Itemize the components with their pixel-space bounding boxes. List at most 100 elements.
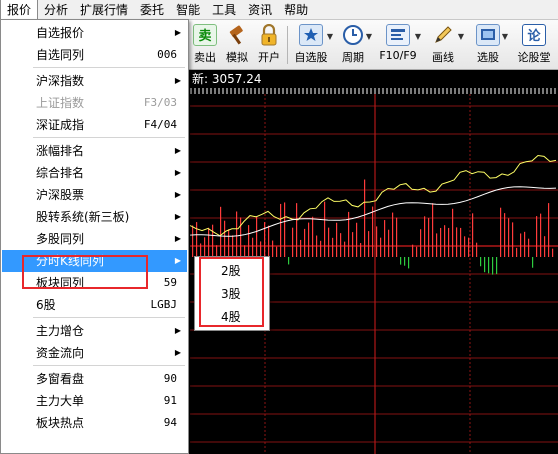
menu-item[interactable]: 综合排名 ▶: [2, 162, 187, 184]
volume-bar: [444, 225, 446, 257]
volume-bar: [372, 206, 374, 257]
forum-label: 论股堂: [517, 51, 551, 64]
menu-item[interactable]: 资金流向 ▶: [2, 342, 187, 364]
volume-bar: [364, 179, 366, 257]
volume-bar: [224, 220, 226, 257]
volume-bar: [332, 237, 334, 257]
watchlist-button[interactable]: ▼ 自选股: [291, 22, 333, 68]
volume-bar: [192, 225, 194, 257]
volume-bar: [252, 237, 254, 257]
menu-item[interactable]: 股转系统(新三板) ▶: [2, 206, 187, 228]
volume-bar: [320, 240, 322, 257]
chevron-down-icon: ▼: [457, 32, 464, 41]
submenu-arrow-icon: ▶: [174, 168, 181, 177]
volume-bar: [524, 231, 526, 257]
volume-bar: [280, 203, 282, 257]
menu-item[interactable]: 主力增仓 ▶: [2, 320, 187, 342]
menu-tools[interactable]: 工具: [206, 0, 242, 20]
menu-item-label: 沪深指数: [36, 74, 85, 88]
f10-button[interactable]: ▼ F10/F9: [377, 22, 421, 68]
stock-screener-label: 选股: [477, 51, 499, 64]
menu-item-label: 自选报价: [36, 26, 85, 40]
menu-item[interactable]: 多股同列 ▶: [2, 228, 187, 250]
volume-bar: [508, 218, 510, 257]
menu-trade[interactable]: 委托: [134, 0, 170, 20]
menu-item[interactable]: 沪深指数 ▶: [2, 70, 187, 92]
volume-bar: [384, 220, 386, 257]
lock-icon: [257, 23, 281, 46]
menu-item[interactable]: 6股 LGBJ: [2, 294, 187, 316]
volume-bar: [416, 246, 418, 257]
menu-item[interactable]: 板块热点 94: [2, 412, 187, 434]
menu-item-label: 深证成指: [36, 118, 85, 132]
period-button[interactable]: ▼ 周期: [336, 22, 372, 68]
menu-smart[interactable]: 智能: [170, 0, 206, 20]
menu-item[interactable]: 自选同列 006: [2, 44, 187, 66]
simulate-button[interactable]: 模拟: [222, 22, 252, 68]
volume-bar: [336, 222, 338, 257]
annotation-highlight-box: [22, 255, 148, 289]
menu-help[interactable]: 帮助: [278, 0, 314, 20]
volume-bar: [432, 203, 434, 257]
menu-item[interactable]: 沪深股票 ▶: [2, 184, 187, 206]
menu-news[interactable]: 资讯: [242, 0, 278, 20]
volume-bar: [552, 248, 554, 257]
chevron-down-icon: ▼: [326, 32, 333, 41]
menu-item-label: 资金流向: [36, 346, 85, 360]
volume-bar: [344, 241, 346, 257]
menu-item-label: 6股: [36, 298, 56, 312]
open-account-label: 开户: [258, 51, 280, 64]
menu-separator: [33, 365, 185, 366]
menu-item[interactable]: 自选报价 ▶: [2, 22, 187, 44]
volume-bar: [292, 227, 294, 257]
volume-bar: [380, 237, 382, 257]
forum-icon: 论: [522, 24, 546, 46]
menu-item-shortcut: F3/03: [143, 96, 177, 109]
menu-item-label: 上证指数: [36, 96, 85, 110]
draw-line-button[interactable]: ▼ 画线: [424, 22, 464, 68]
draw-line-label: 画线: [432, 51, 454, 64]
volume-bar: [520, 233, 522, 257]
document-icon: [386, 24, 410, 46]
volume-bar: [528, 238, 530, 257]
volume-bar: [428, 217, 430, 257]
submenu-arrow-icon: ▶: [174, 256, 181, 265]
menu-item[interactable]: 深证成指 F4/04: [2, 114, 187, 136]
volume-bar: [460, 227, 462, 257]
menu-quote[interactable]: 报价: [0, 0, 39, 20]
volume-bar: [352, 232, 354, 257]
menu-item[interactable]: 主力大单 91: [2, 390, 187, 412]
volume-bar: [340, 233, 342, 257]
menu-item[interactable]: 涨幅排名 ▶: [2, 140, 187, 162]
volume-bar: [232, 235, 234, 257]
volume-bar: [516, 247, 518, 257]
submenu-arrow-icon: ▶: [174, 76, 181, 85]
volume-bar: [200, 243, 202, 257]
stock-screener-button[interactable]: ▼ 选股: [470, 22, 508, 68]
volume-bar: [368, 231, 370, 257]
volume-bar: [484, 257, 486, 273]
menu-item-shortcut: LGBJ: [150, 298, 178, 311]
toolbar-separator: [287, 26, 288, 64]
volume-bar: [544, 236, 546, 257]
menu-item-label: 综合排名: [36, 166, 85, 180]
menu-extended-market[interactable]: 扩展行情: [74, 0, 134, 20]
menu-item[interactable]: 多窗看盘 90: [2, 368, 187, 390]
volume-bar: [468, 237, 470, 257]
volume-bar: [540, 213, 542, 257]
sell-icon: 卖: [193, 24, 217, 46]
volume-bar: [500, 207, 502, 257]
latest-price: 新: 3057.24: [192, 72, 262, 86]
forum-button[interactable]: 论 论股堂: [512, 22, 556, 68]
open-account-button[interactable]: 开户: [254, 22, 284, 68]
volume-bar: [476, 242, 478, 257]
volume-bar: [504, 213, 506, 257]
volume-bar: [448, 227, 450, 257]
submenu-arrow-icon: ▶: [174, 234, 181, 243]
volume-bar: [424, 216, 426, 257]
volume-bar: [360, 243, 362, 257]
sell-button[interactable]: 卖 卖出: [190, 22, 220, 68]
submenu-arrow-icon: ▶: [174, 326, 181, 335]
menu-analysis[interactable]: 分析: [38, 0, 74, 20]
svg-text:论: 论: [527, 28, 541, 44]
